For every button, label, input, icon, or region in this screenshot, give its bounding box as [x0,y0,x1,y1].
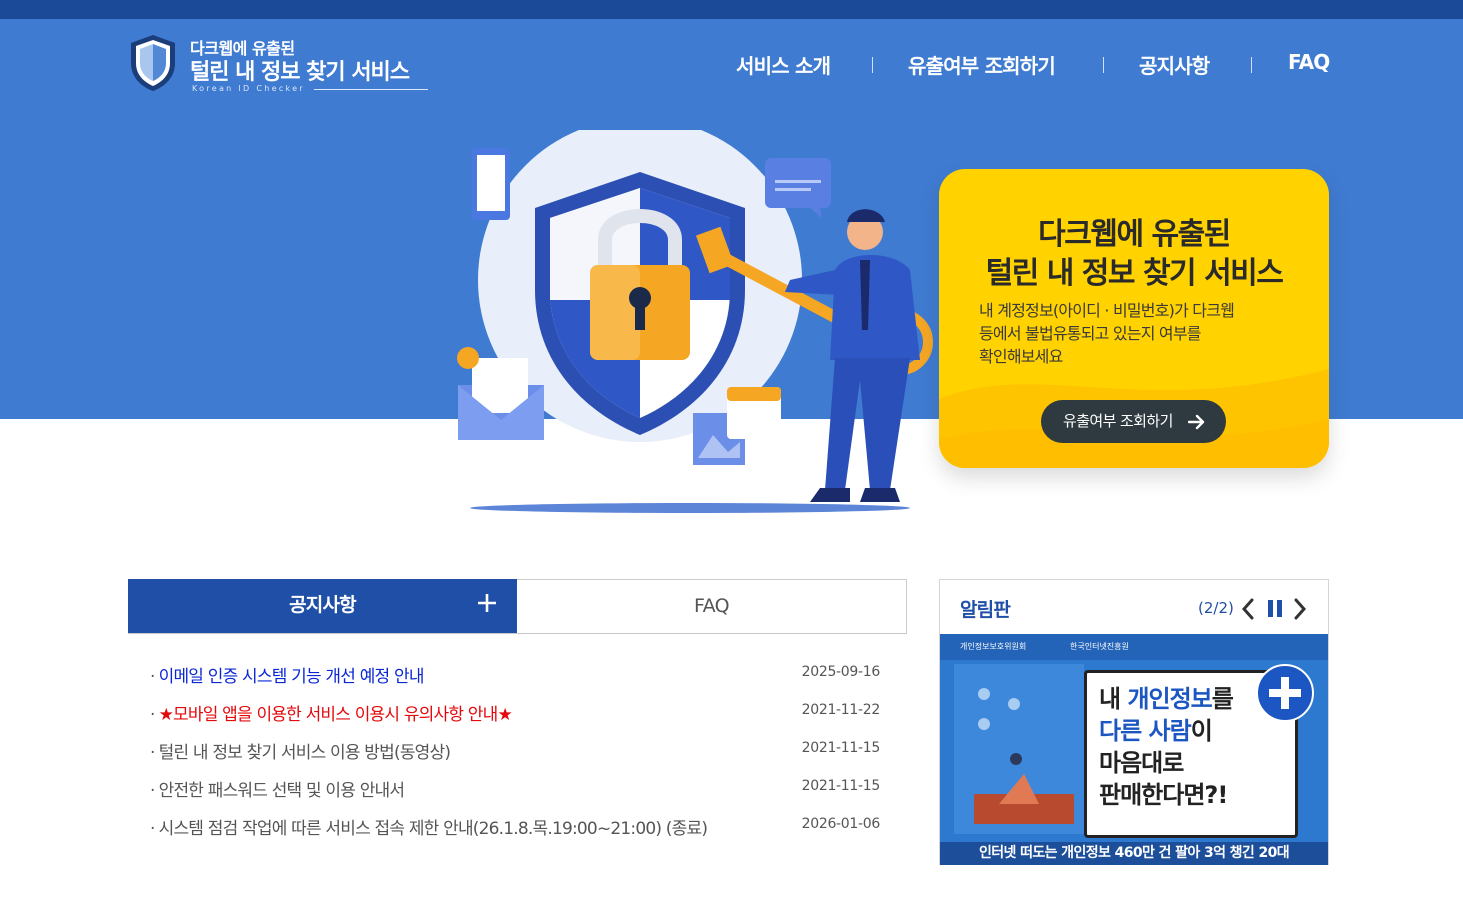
chevron-right-icon[interactable] [1292,597,1308,621]
banner-caption: 인터넷 떠도는 개인정보 460만 건 팔아 3억 챙긴 20대 [940,842,1328,865]
businessman-figure [785,209,920,502]
notice-date: 2026-01-06 [801,816,881,832]
notice-title[interactable]: 털린 내 정보 찾기 서비스 이용 방법(동영상) [159,743,451,763]
plus-icon[interactable] [478,594,496,612]
tab-faq[interactable]: FAQ [517,579,907,634]
plus-circle-icon [1256,664,1314,722]
hero-card: 다크웹에 유출된 털린 내 정보 찾기 서비스 내 계정정보(아이디 · 비밀번… [939,169,1329,468]
notice-date: 2021-11-15 [801,778,881,794]
nav-divider [1103,57,1104,73]
calendar-icon [727,387,781,439]
banner-org-pipc: 개인정보보호위원회 [960,642,1027,651]
alert-board-counter: (2/2) [1198,599,1234,617]
tab-divider [128,633,907,634]
logo-underline [314,89,428,90]
banner-text-highlight: 개인정보 [1127,685,1212,713]
list-bullet: · [150,705,155,725]
notice-title[interactable]: 이메일 인증 시스템 기능 개선 예정 안내 [159,667,425,687]
nav-divider [1251,57,1252,73]
banner-text: 판매한다면?! [1099,781,1228,809]
list-bullet: · [150,743,155,763]
alert-board-title: 알림판 [960,599,1011,621]
banner-text: 마음대로 [1099,749,1184,777]
list-item[interactable]: · 시스템 점검 작업에 따른 서비스 접속 제한 안내(26.1.8.목.19:… [150,811,880,849]
list-item[interactable]: · 안전한 패스워드 선택 및 이용 안내서 2021-11-15 [150,773,880,811]
tab-notice[interactable]: 공지사항 [128,579,517,634]
leak-check-button-label: 유출여부 조회하기 [1063,412,1173,430]
notice-list: · 이메일 인증 시스템 기능 개선 예정 안내 2025-09-16 · ★모바일… [150,659,880,849]
list-item[interactable]: · 털린 내 정보 찾기 서비스 이용 방법(동영상) 2021-11-15 [150,735,880,773]
notice-title[interactable]: ★모바일 앱을 이용한 서비스 이용시 유의사항 안내★ [159,705,513,725]
site-logo[interactable]: 다크웹에 유출된 털린 내 정보 찾기 서비스 Korean ID Checke… [128,33,438,95]
alert-board: 알림판 (2/2) 개인정보보호위원회 한국인터넷진흥원 내 개인정보를 다른 … [939,579,1329,865]
pause-icon[interactable] [1267,597,1283,621]
tab-notice-label: 공지사항 [289,594,357,616]
logo-english: Korean ID Checker [192,84,305,93]
hero-title-line1: 다크웹에 유출된 [1038,217,1231,252]
hero-desc-line3: 확인해보세요 [979,347,1063,366]
list-bullet: · [150,667,155,687]
banner-text: 이 [1190,717,1213,745]
top-strip [0,0,1463,19]
banner-illustration [954,664,1084,834]
list-bullet: · [150,819,155,839]
notice-date: 2025-09-16 [801,664,881,680]
notice-title[interactable]: 안전한 패스워드 선택 및 이용 안내서 [159,781,405,801]
hero-desc-line1: 내 계정정보(아이디 · 비밀번호)가 다크웹 [979,301,1235,320]
list-item[interactable]: · 이메일 인증 시스템 기능 개선 예정 안내 2025-09-16 [150,659,880,697]
hero-description: 내 계정정보(아이디 · 비밀번호)가 다크웹 등에서 불법유통되고 있는지 여… [979,299,1299,368]
nav-leak-check[interactable]: 유출여부 조회하기 [908,50,1056,79]
banner-org-kisa: 한국인터넷진흥원 [1070,642,1129,651]
security-illustration [457,130,933,513]
arrow-right-icon [1188,414,1205,430]
notice-date: 2021-11-15 [801,740,881,756]
notice-date: 2021-11-22 [801,702,881,718]
chevron-left-icon[interactable] [1240,597,1256,621]
list-item[interactable]: · ★모바일 앱을 이용한 서비스 이용시 유의사항 안내★ 2021-11-22 [150,697,880,735]
banner-text: 내 [1099,685,1128,713]
logo-title: 털린 내 정보 찾기 서비스 [190,60,410,85]
hero-desc-line2: 등에서 불법유통되고 있는지 여부를 [979,324,1201,343]
nav-faq[interactable]: FAQ [1288,50,1330,74]
alert-banner[interactable]: 개인정보보호위원회 한국인터넷진흥원 내 개인정보를 다른 사람이 마음대로 판… [940,634,1328,865]
nav-notice[interactable]: 공지사항 [1139,50,1210,79]
nav-divider [872,57,873,73]
banner-text-highlight: 다른 사람 [1099,717,1192,745]
hero-title-line2: 털린 내 정보 찾기 서비스 [985,256,1284,291]
list-bullet: · [150,781,155,801]
notice-title[interactable]: 시스템 점검 작업에 따른 서비스 접속 제한 안내(26.1.8.목.19:0… [159,819,708,839]
leak-check-button[interactable]: 유출여부 조회하기 [1041,400,1226,443]
banner-text: 를 [1211,685,1234,713]
nav-service-intro[interactable]: 서비스 소개 [736,50,831,79]
shield-logo-icon [131,35,175,91]
